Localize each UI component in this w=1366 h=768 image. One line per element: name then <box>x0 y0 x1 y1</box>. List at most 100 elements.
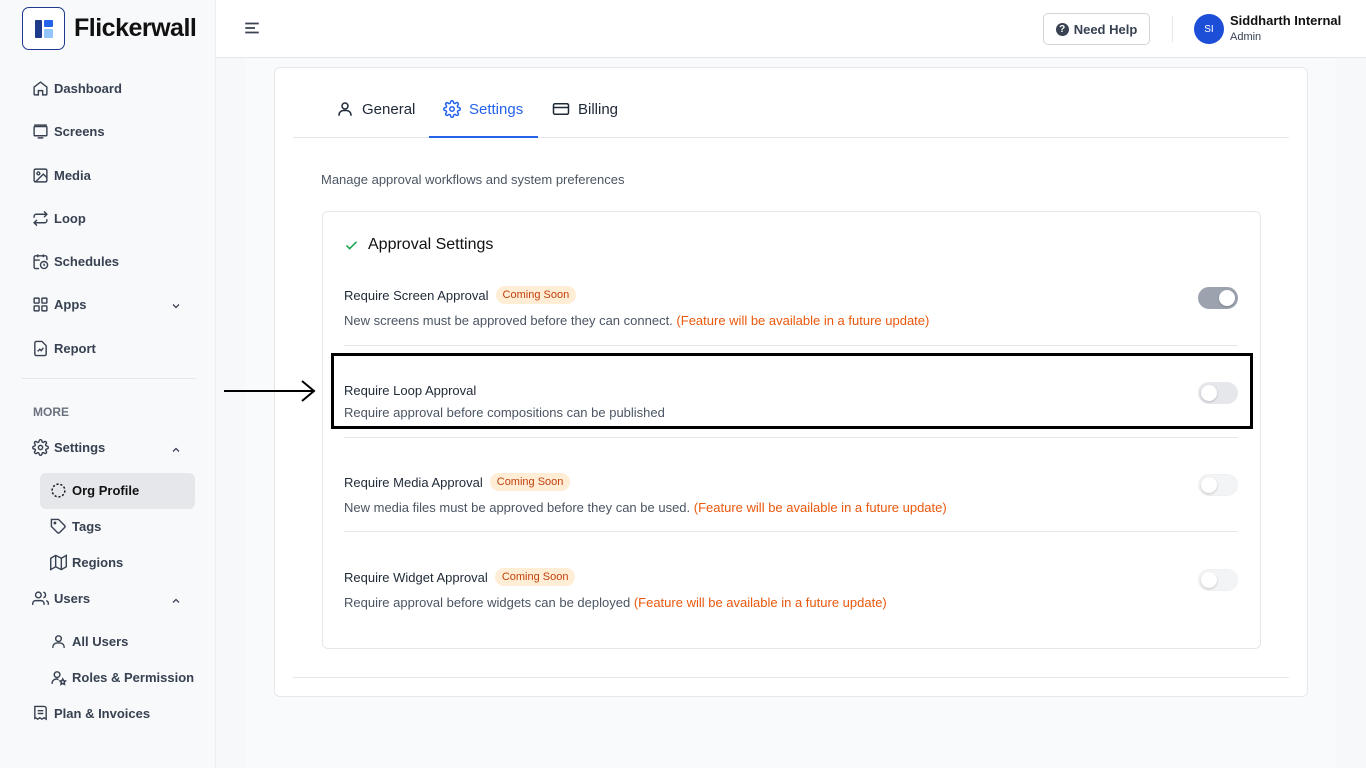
sidebar-item-label: Report <box>54 341 96 356</box>
users-icon <box>32 591 49 605</box>
sidebar-item-label: All Users <box>72 634 129 649</box>
active-tab-indicator <box>429 136 538 138</box>
page-description: Manage approval workflows and system pre… <box>321 172 625 187</box>
sidebar-item-schedules[interactable]: Schedules <box>32 253 119 270</box>
header-divider <box>1172 16 1173 42</box>
sidebar-item-org-profile[interactable]: Org Profile <box>50 482 139 499</box>
setting-title-screen-approval: Require Screen Approval Coming Soon <box>344 286 577 304</box>
sidebar-item-label: Roles & Permission <box>72 670 195 685</box>
sidebar-item-apps[interactable]: Apps <box>32 296 87 313</box>
coming-soon-badge: Coming Soon <box>495 286 577 304</box>
sidebar-item-label: Settings <box>54 440 106 455</box>
sidebar-item-all-users[interactable]: All Users <box>50 633 128 650</box>
sidebar-divider <box>22 378 196 379</box>
setting-description-text: New screens must be approved before they… <box>344 313 673 328</box>
monitor-icon <box>33 124 48 139</box>
need-help-button[interactable]: ? Need Help <box>1043 13 1150 45</box>
highlight-box <box>331 353 1253 429</box>
sidebar-item-dashboard[interactable]: Dashboard <box>32 80 122 97</box>
user-role: Admin <box>1230 31 1262 43</box>
map-icon <box>50 554 67 571</box>
repeat-icon <box>33 210 48 227</box>
app-logo[interactable]: Flickerwall <box>22 7 197 50</box>
sidebar: Flickerwall Dashboard Screens Media Loop… <box>0 0 216 768</box>
check-icon <box>345 240 358 250</box>
sidebar-item-label: Loop <box>54 211 86 226</box>
setting-title-widget-approval: Require Widget Approval Coming Soon <box>344 568 576 586</box>
tab-label: General <box>362 100 416 118</box>
arrow-right-icon <box>224 380 316 402</box>
tab-label: Settings <box>469 100 524 118</box>
setting-description-text: Require approval before widgets can be d… <box>344 595 631 610</box>
sidebar-section-more: MORE <box>33 405 69 419</box>
user-icon <box>52 635 65 648</box>
setting-description-text: New media files must be approved before … <box>344 500 691 515</box>
chevron-down-icon[interactable] <box>170 300 182 312</box>
sidebar-item-label: Org Profile <box>72 483 140 498</box>
media-approval-toggle[interactable] <box>1198 474 1238 496</box>
sidebar-item-label: Schedules <box>54 254 120 269</box>
top-header: ? Need Help SI Siddharth Internal Admin <box>216 0 1366 58</box>
avatar[interactable]: SI <box>1194 14 1224 44</box>
sidebar-item-tags[interactable]: Tags <box>50 518 101 535</box>
sidebar-item-loop[interactable]: Loop <box>32 210 86 227</box>
row-divider <box>344 531 1238 532</box>
setting-description: Require approval before widgets can be d… <box>344 595 887 610</box>
sidebar-item-report[interactable]: Report <box>32 340 96 357</box>
sidebar-item-media[interactable]: Media <box>32 167 91 184</box>
need-help-label: Need Help <box>1073 21 1138 37</box>
coming-soon-badge: Coming Soon <box>494 568 576 586</box>
app-name: Flickerwall <box>74 14 197 42</box>
dashed-circle-icon <box>51 483 66 498</box>
sidebar-item-label: Tags <box>72 519 102 534</box>
setting-description: New screens must be approved before they… <box>344 313 929 328</box>
feature-note: (Feature will be available in a future u… <box>693 500 947 515</box>
widget-approval-toggle[interactable] <box>1198 569 1238 591</box>
setting-title-text: Require Screen Approval <box>344 287 489 303</box>
home-icon <box>33 81 48 96</box>
tab-settings[interactable]: Settings <box>443 100 523 118</box>
sidebar-item-screens[interactable]: Screens <box>32 123 105 140</box>
help-icon: ? <box>1055 22 1069 36</box>
toggle-knob <box>1201 572 1217 588</box>
tab-label: Billing <box>578 100 619 118</box>
card-footer-divider <box>293 677 1289 678</box>
user-name[interactable]: Siddharth Internal <box>1230 13 1341 28</box>
menu-icon[interactable] <box>243 19 261 37</box>
credit-card-icon <box>552 103 570 115</box>
sidebar-item-label: Regions <box>72 555 124 570</box>
user-star-icon <box>51 671 67 686</box>
feature-note: (Feature will be available in a future u… <box>633 595 887 610</box>
tab-billing[interactable]: Billing <box>552 100 618 118</box>
tab-general[interactable]: General <box>336 100 415 118</box>
sidebar-item-plan-invoices[interactable]: Plan & Invoices <box>32 705 150 722</box>
coming-soon-badge: Coming Soon <box>489 473 571 491</box>
calendar-clock-icon <box>33 254 49 270</box>
sidebar-item-roles-permission[interactable]: Roles & Permission <box>50 669 194 686</box>
sidebar-item-users[interactable]: Users <box>32 590 90 607</box>
toggle-knob <box>1219 290 1235 306</box>
section-title: Approval Settings <box>344 236 493 254</box>
sidebar-item-label: Dashboard <box>54 81 122 96</box>
setting-description: New media files must be approved before … <box>344 500 947 515</box>
image-icon <box>33 168 48 183</box>
row-divider <box>344 437 1238 438</box>
chevron-up-icon[interactable] <box>170 444 182 456</box>
logo-icon <box>22 7 65 50</box>
sidebar-item-regions[interactable]: Regions <box>50 554 123 571</box>
chevron-up-icon[interactable] <box>170 595 182 607</box>
gear-icon <box>443 100 461 118</box>
sidebar-item-settings[interactable]: Settings <box>32 439 105 456</box>
setting-title-text: Require Widget Approval <box>344 569 488 585</box>
feature-note: (Feature will be available in a future u… <box>676 313 930 328</box>
section-title-text: Approval Settings <box>368 236 494 253</box>
setting-title-media-approval: Require Media Approval Coming Soon <box>344 473 571 491</box>
user-icon <box>338 102 352 116</box>
sidebar-item-label: Plan & Invoices <box>54 706 151 721</box>
report-icon <box>34 340 47 357</box>
gear-icon <box>32 439 49 456</box>
screen-approval-toggle[interactable] <box>1198 287 1238 309</box>
sidebar-item-label: Apps <box>54 297 87 312</box>
grid-icon <box>33 297 48 312</box>
receipt-icon <box>34 705 47 721</box>
